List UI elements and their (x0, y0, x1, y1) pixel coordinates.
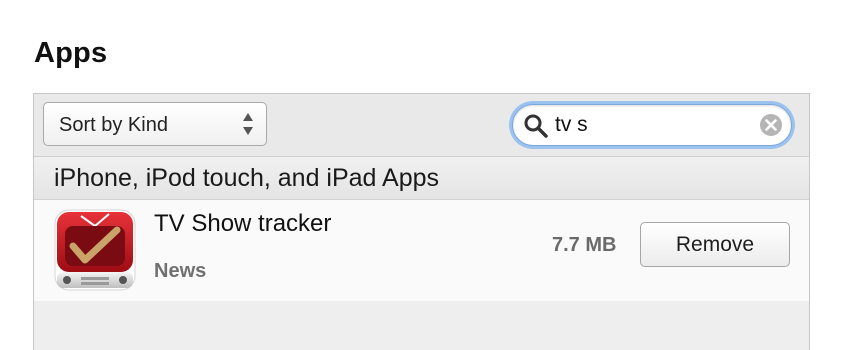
empty-list-area (34, 301, 809, 350)
remove-button[interactable]: Remove (640, 222, 790, 267)
apps-toolbar: Sort by Kind (34, 94, 809, 157)
section-header: iPhone, iPod touch, and iPad Apps (34, 157, 809, 200)
up-down-arrows-icon (243, 113, 253, 135)
clear-search-icon[interactable] (759, 113, 783, 137)
search-input[interactable] (555, 110, 745, 140)
apps-panel: Sort by Kind iPhone, (33, 93, 810, 350)
sort-dropdown-label: Sort by Kind (59, 114, 168, 136)
tv-show-tracker-app-icon (54, 209, 136, 291)
section-title: iPhone, iPod touch, and iPad Apps (54, 164, 440, 192)
page-title: Apps (34, 37, 108, 69)
app-name: TV Show tracker (154, 210, 332, 237)
sort-dropdown[interactable]: Sort by Kind (43, 102, 267, 146)
app-size: 7.7 MB (552, 234, 617, 256)
search-icon (524, 114, 548, 138)
apps-page: Apps Sort by Kind tv s iPhone, iPod touc… (0, 0, 844, 350)
search-field[interactable] (512, 104, 792, 146)
app-row[interactable]: TV Show tracker News 7.7 MB Remove (34, 200, 809, 301)
app-category: News (154, 260, 207, 282)
